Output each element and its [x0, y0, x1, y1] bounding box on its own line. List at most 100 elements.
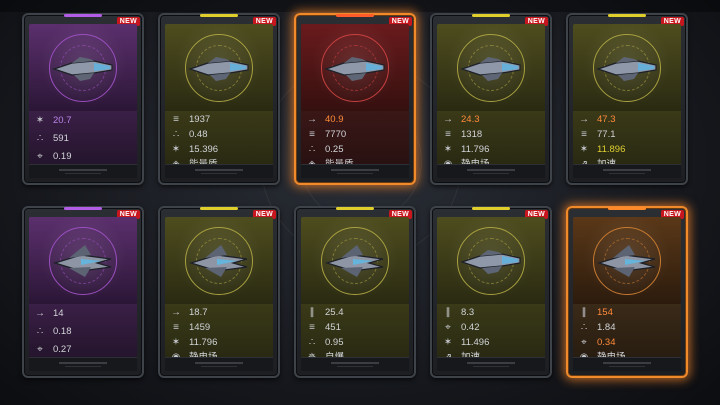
item-card[interactable]: NEW ✶ 20.7 ∴ 591 ⌖ 0.19: [22, 13, 144, 185]
weapon-icon: [52, 56, 113, 81]
stat-value: 8.3: [461, 307, 475, 318]
stat-value: 11.796: [461, 144, 490, 155]
item-art: [437, 24, 545, 111]
damage-burst-icon: ✶: [443, 144, 453, 155]
item-card[interactable]: NEW→24.3≡1318✶11.796◉静电场: [430, 13, 552, 185]
stat-value: 7770: [325, 129, 347, 140]
stat-value: 14: [53, 308, 64, 319]
damage-burst-icon: ✶: [443, 337, 453, 348]
card-footer: [165, 164, 273, 178]
card-footer: [301, 164, 409, 178]
stat-value: 1459: [189, 322, 211, 333]
weapon-icon: [460, 249, 521, 274]
item-art: [573, 217, 681, 304]
stat-value: 40.9: [325, 114, 344, 125]
stat-value: 1.84: [597, 322, 616, 333]
fire-rate-icon: ≡: [309, 322, 315, 333]
arrow-right-icon: →: [579, 114, 589, 125]
item-card[interactable]: NEW→18.7≡1459✶11.796◉静电场: [158, 206, 280, 378]
card-footer: [437, 357, 545, 371]
item-card[interactable]: NEW≡1937∴0.48✶15.396◈能量盾: [158, 13, 280, 185]
fire-rate-icon: ≡: [445, 129, 451, 140]
rarity-bar: [608, 14, 646, 17]
item-card[interactable]: NEW∥154∴1.84⌖0.34◉静电场: [566, 206, 688, 378]
item-card[interactable]: NEW→47.3≡77.1✶11.896⇗加速: [566, 13, 688, 185]
stat-value: 0.18: [53, 326, 72, 337]
ship-icon: [52, 244, 112, 277]
stat-value: 15.396: [189, 144, 219, 155]
item-art: [29, 217, 137, 304]
ship-icon: [324, 244, 384, 277]
triple-dot-icon: ∴: [36, 326, 44, 337]
fire-rate-icon: ≡: [581, 129, 587, 140]
weapon-icon: [460, 56, 521, 81]
ship-icon: [596, 244, 656, 277]
stat-value: 24.3: [461, 114, 480, 125]
arrow-right-icon: →: [307, 114, 317, 125]
item-card[interactable]: NEW→40.9≡7770∴0.25◈能量盾: [294, 13, 416, 185]
stat-value: 1937: [189, 114, 211, 125]
damage-burst-icon: ✶: [579, 144, 589, 155]
stat-value: 11.796: [189, 337, 218, 348]
crosshair-icon: ⌖: [37, 344, 43, 355]
item-card[interactable]: NEW∥25.4≡451∴0.95✵自爆: [294, 206, 416, 378]
ammo-icon: ∥: [309, 307, 315, 318]
ammo-icon: ∥: [445, 307, 451, 318]
weapon-icon: [324, 56, 385, 81]
card-footer: [573, 357, 681, 371]
rarity-bar: [472, 14, 510, 17]
item-art: [573, 24, 681, 111]
stat-panel: → 14 ∴ 0.18 ⌖ 0.27: [29, 304, 137, 360]
card-footer: [165, 357, 273, 371]
stat-value: 18.7: [189, 307, 208, 318]
triple-dot-icon: ∴: [36, 133, 44, 144]
item-card[interactable]: NEW → 14 ∴ 0.18 ⌖ 0.27: [22, 206, 144, 378]
stat-value: 47.3: [597, 114, 616, 125]
arrow-right-icon: →: [35, 308, 45, 319]
stat-value: 11.896: [597, 144, 626, 155]
item-art: [301, 217, 409, 304]
top-banner: [0, 0, 720, 12]
stat-panel: ✶ 20.7 ∴ 591 ⌖ 0.19: [29, 111, 137, 167]
crosshair-icon: ⌖: [37, 151, 43, 162]
triple-dot-icon: ∴: [308, 144, 316, 155]
crosshair-icon: ⌖: [445, 322, 451, 333]
fire-rate-icon: ≡: [173, 114, 179, 125]
rarity-bar: [64, 14, 102, 17]
stat-value: 0.27: [53, 344, 72, 355]
fire-rate-icon: ≡: [309, 129, 315, 140]
weapon-icon: [188, 56, 249, 81]
card-footer: [437, 164, 545, 178]
triple-dot-icon: ∴: [580, 322, 588, 333]
rarity-bar: [64, 207, 102, 210]
item-art: [301, 24, 409, 111]
triple-dot-icon: ∴: [308, 337, 316, 348]
item-art: [437, 217, 545, 304]
rarity-bar: [200, 14, 238, 17]
item-art: [165, 24, 273, 111]
stat-value: 0.25: [325, 144, 344, 155]
stat-value: 0.48: [189, 129, 208, 140]
fire-rate-icon: ≡: [173, 322, 179, 333]
arrow-right-icon: →: [443, 114, 453, 125]
stat-value: 11.496: [461, 337, 490, 348]
damage-burst-icon: ✶: [171, 337, 181, 348]
stat-value: 154: [597, 307, 613, 318]
damage-burst-icon: ✶: [35, 115, 45, 126]
card-footer: [29, 164, 137, 178]
stat-value: 0.34: [597, 337, 616, 348]
item-card[interactable]: NEW∥8.3⌖0.42✶11.496⇗加速: [430, 206, 552, 378]
stat-value: 25.4: [325, 307, 344, 318]
rarity-bar: [200, 207, 238, 210]
triple-dot-icon: ∴: [172, 129, 180, 140]
item-art: [29, 24, 137, 111]
card-footer: [301, 357, 409, 371]
rarity-bar: [336, 14, 374, 17]
crosshair-icon: ⌖: [581, 337, 587, 348]
item-art: [165, 217, 273, 304]
rarity-bar: [608, 207, 646, 210]
damage-burst-icon: ✶: [171, 144, 181, 155]
stat-value: 0.95: [325, 337, 344, 348]
rarity-bar: [472, 207, 510, 210]
ammo-icon: ∥: [581, 307, 587, 318]
